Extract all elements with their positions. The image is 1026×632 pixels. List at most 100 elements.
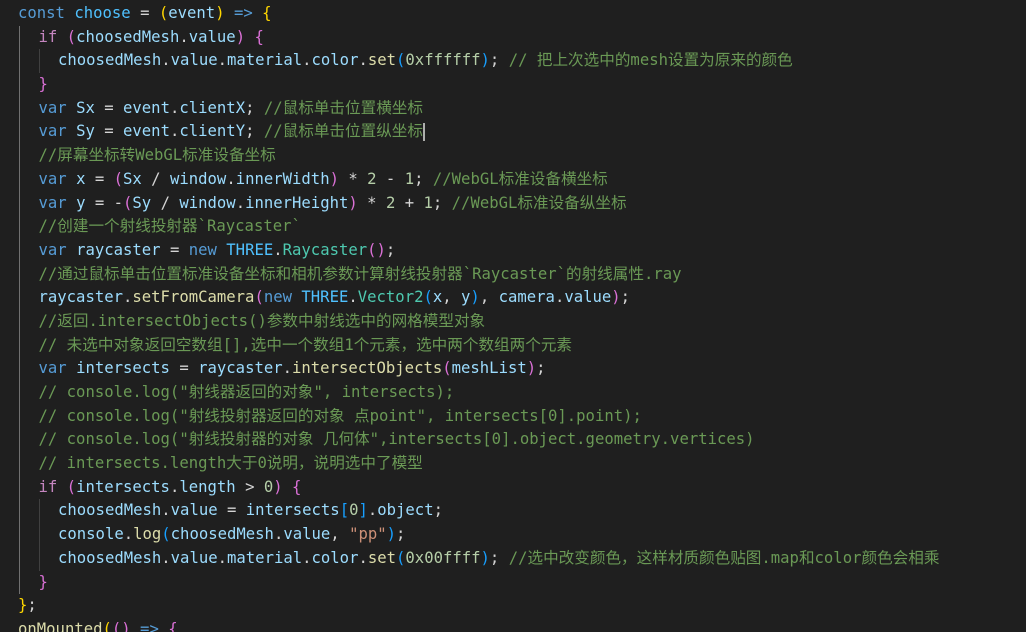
- code-token: =: [94, 122, 124, 141]
- code-token: ;: [245, 98, 264, 117]
- code-token: ,: [442, 288, 462, 307]
- code-token: .: [217, 548, 228, 567]
- code-line: };: [0, 594, 1026, 618]
- code-token: *: [338, 169, 368, 188]
- code-text: };: [18, 596, 37, 614]
- code-token: ): [470, 288, 480, 307]
- code-line: const choose = (event) => {: [0, 2, 1026, 26]
- code-token: ): [386, 525, 397, 544]
- code-token: (: [66, 477, 77, 496]
- code-token: ): [215, 4, 225, 22]
- code-token: .: [226, 169, 236, 188]
- code-token: ;: [620, 288, 631, 307]
- code-token: }: [38, 75, 48, 94]
- code-text: var y = -(Sy / window.innerHeight) * 2 +…: [18, 194, 627, 212]
- code-token: ;: [414, 169, 433, 188]
- code-line: raycaster.setFromCamera(new THREE.Vector…: [0, 286, 1026, 310]
- code-token: //鼠标单击位置横坐标: [263, 98, 423, 117]
- code-line: choosedMesh.value.material.color.set(0xf…: [0, 49, 1026, 74]
- code-line: //创建一个射线投射器`Raycaster`: [0, 215, 1026, 239]
- code-line: if (intersects.length > 0) {: [0, 475, 1026, 500]
- code-token: .: [273, 525, 284, 544]
- code-token: window: [179, 193, 236, 212]
- code-token: =: [94, 98, 124, 117]
- code-line: console.log(choosedMesh.value, "pp");: [0, 523, 1026, 547]
- code-token: =: [85, 169, 114, 188]
- code-token: 2: [385, 193, 396, 212]
- code-token: var: [38, 240, 77, 259]
- code-token: +: [395, 193, 424, 212]
- code-text: var intersects = raycaster.intersectObje…: [18, 359, 546, 377]
- code-token: ;: [433, 501, 443, 520]
- code-token: if: [38, 477, 67, 496]
- code-text: }: [18, 75, 48, 93]
- code-text: //屏幕坐标转WebGL标准设备坐标: [18, 146, 276, 164]
- code-token: window: [169, 169, 227, 188]
- code-token: ): [273, 477, 283, 496]
- code-text: onMounted(() => {: [18, 620, 178, 632]
- code-token: ,: [330, 525, 350, 544]
- code-token: .: [161, 51, 171, 70]
- code-text: var Sx = event.clientX; //鼠标单击位置横坐标: [18, 99, 423, 117]
- code-token: var: [38, 169, 77, 188]
- code-token: // console.log("射线器返回的对象", intersects);: [38, 383, 455, 401]
- code-line: choosedMesh.value = intersects[0].object…: [0, 499, 1026, 524]
- code-token: const: [18, 4, 75, 22]
- code-token: /: [151, 193, 180, 212]
- code-token: .: [358, 548, 368, 567]
- code-token: meshList: [451, 359, 527, 378]
- code-token: Vector2: [357, 288, 424, 307]
- code-text: //创建一个射线投射器`Raycaster`: [18, 217, 301, 235]
- code-text: raycaster.setFromCamera(new THREE.Vector…: [18, 288, 631, 307]
- code-token: =: [217, 501, 246, 520]
- code-token: var: [38, 122, 77, 141]
- code-token: //鼠标单击位置纵坐标: [263, 122, 423, 141]
- code-line: var x = (Sx / window.innerWidth) * 2 - 1…: [0, 167, 1026, 192]
- code-text: choosedMesh.value = intersects[0].object…: [18, 501, 443, 519]
- code-line: }: [0, 73, 1026, 97]
- code-token: Sy: [132, 193, 152, 212]
- code-token: y: [461, 288, 471, 307]
- code-token: raycaster: [198, 359, 283, 378]
- code-line: var Sx = event.clientX; //鼠标单击位置横坐标: [0, 96, 1026, 121]
- code-line: var Sy = event.clientY; //鼠标单击位置纵坐标: [0, 120, 1026, 145]
- code-line: }: [0, 570, 1026, 595]
- code-line: choosedMesh.value.material.color.set(0x0…: [0, 546, 1026, 571]
- code-token: .: [367, 501, 378, 520]
- code-token: setFromCamera: [132, 288, 255, 307]
- code-token: *: [357, 193, 386, 212]
- code-text: if (choosedMesh.value) {: [18, 28, 264, 46]
- code-token: THREE: [301, 288, 349, 307]
- code-token: ): [329, 169, 339, 188]
- code-token: intersects: [76, 477, 170, 496]
- code-token: ;: [385, 240, 396, 259]
- code-token: .: [554, 288, 565, 307]
- code-token: (: [423, 288, 433, 307]
- code-token: .: [273, 240, 283, 259]
- code-line: // intersects.length大于0说明，说明选中了模型: [0, 452, 1026, 476]
- code-token: 0xffffff: [405, 51, 481, 70]
- code-token: value: [188, 27, 236, 46]
- code-text: //通过鼠标单击位置标准设备坐标和相机参数计算射线投射器`Raycaster`的…: [18, 265, 682, 283]
- code-token: }: [18, 596, 28, 615]
- code-token: ): [480, 548, 490, 567]
- code-token: choosedMesh: [58, 548, 162, 567]
- code-token: ;: [396, 525, 406, 544]
- code-token: material: [227, 548, 303, 567]
- code-token: 0: [263, 477, 274, 496]
- code-line: // console.log("射线投射器的对象 几何体",intersects…: [0, 428, 1026, 453]
- code-text: // 未选中对象返回空数组[],选中一个数组1个元素，选中两个数组两个元素: [18, 335, 573, 354]
- code-token: material: [227, 51, 303, 70]
- code-token: innerWidth: [235, 169, 330, 188]
- code-token: set: [367, 548, 397, 567]
- code-token: =>: [130, 619, 169, 632]
- code-token: (: [66, 27, 77, 46]
- code-token: (: [161, 525, 171, 544]
- code-token: value: [170, 51, 218, 70]
- code-token: // 未选中对象返回空数组[],选中一个数组1个元素，选中两个数组两个元素: [38, 335, 573, 354]
- code-token: ,: [479, 288, 499, 307]
- code-token: //创建一个射线投射器`Raycaster`: [38, 217, 301, 236]
- code-token: Sx: [123, 169, 142, 188]
- code-editor[interactable]: const choose = (event) => {if (choosedMe…: [0, 0, 1026, 632]
